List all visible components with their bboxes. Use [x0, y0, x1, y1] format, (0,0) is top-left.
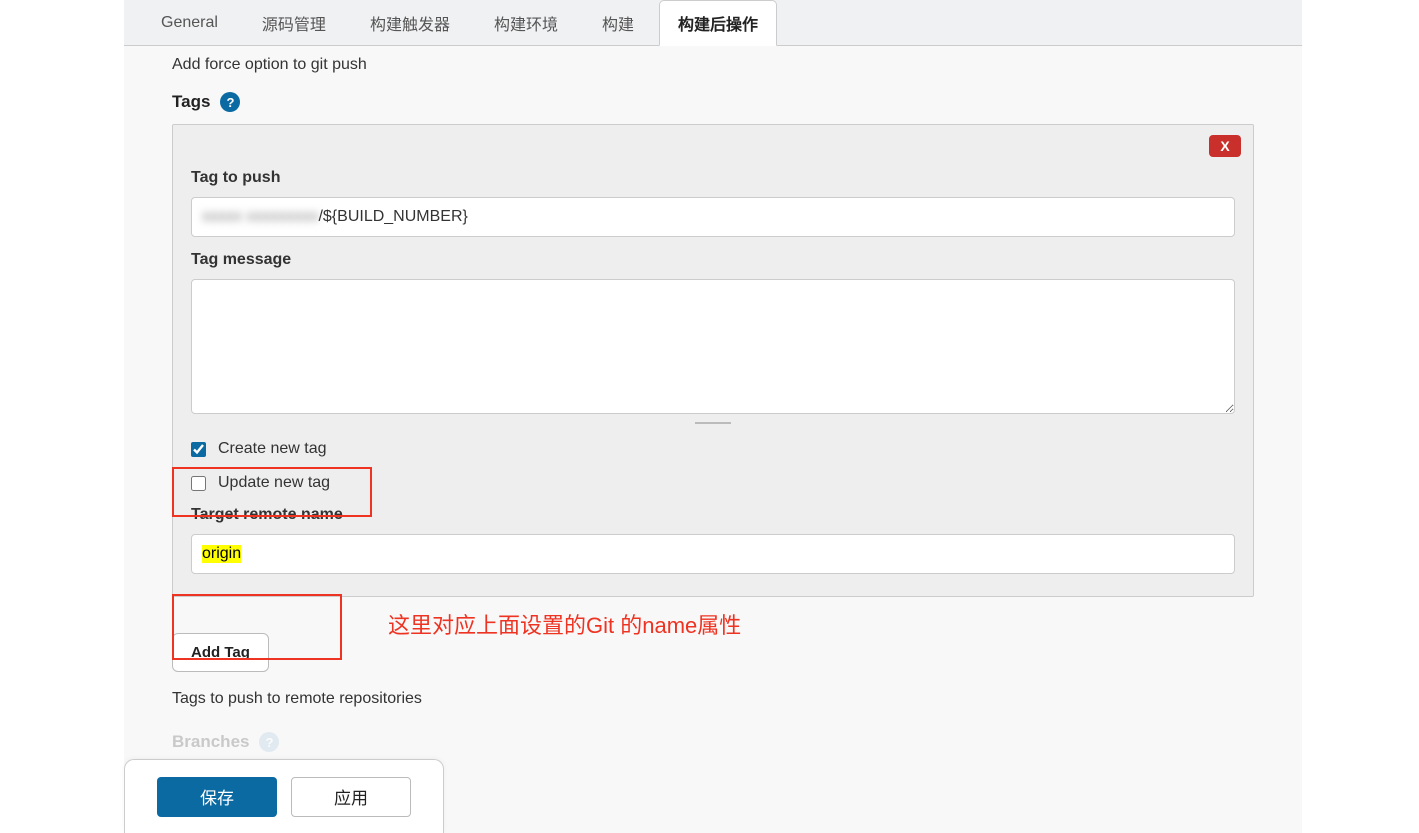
tab-build[interactable]: 构建: [583, 0, 653, 45]
update-new-tag-label: Update new tag: [218, 474, 330, 492]
add-tag-button[interactable]: Add Tag: [172, 633, 269, 672]
delete-tag-button[interactable]: X: [1209, 135, 1241, 157]
tab-scm[interactable]: 源码管理: [243, 0, 345, 45]
update-new-tag-checkbox[interactable]: [191, 476, 206, 491]
footer-overlay: 保存 应用: [124, 758, 464, 833]
tag-to-push-label: Tag to push: [191, 169, 1235, 187]
tab-general[interactable]: General: [142, 0, 237, 45]
tag-to-push-value: /${BUILD_NUMBER}: [318, 208, 467, 226]
tags-subtext: Tags to push to remote repositories: [172, 690, 1254, 708]
save-button[interactable]: 保存: [157, 777, 277, 817]
branches-heading-label: Branches: [172, 732, 249, 752]
tags-heading: Tags ?: [172, 92, 1254, 112]
config-tabs: General 源码管理 构建触发器 构建环境 构建 构建后操作: [124, 0, 1302, 46]
tab-postbuild[interactable]: 构建后操作: [659, 0, 777, 46]
tag-to-push-input[interactable]: xxxxx xxxxxxxxx/${BUILD_NUMBER}: [191, 197, 1235, 237]
create-new-tag-label: Create new tag: [218, 440, 327, 458]
apply-button[interactable]: 应用: [291, 777, 411, 817]
tag-to-push-masked: xxxxx xxxxxxxxx: [202, 208, 318, 226]
tag-message-label: Tag message: [191, 251, 1235, 269]
tag-message-input[interactable]: [191, 279, 1235, 414]
target-remote-value: origin: [202, 545, 241, 563]
footer-panel: 保存 应用: [124, 759, 444, 833]
create-new-tag-row: Create new tag: [191, 440, 1235, 458]
tags-heading-label: Tags: [172, 92, 210, 112]
create-new-tag-checkbox[interactable]: [191, 442, 206, 457]
tab-env[interactable]: 构建环境: [475, 0, 577, 45]
update-new-tag-row: Update new tag: [191, 474, 1235, 492]
postbuild-content: Add force option to git push Tags ? X Ta…: [124, 46, 1302, 833]
tag-card: X Tag to push xxxxx xxxxxxxxx/${BUILD_NU…: [172, 124, 1254, 597]
help-icon[interactable]: ?: [220, 92, 240, 112]
target-remote-label: Target remote name: [191, 506, 1235, 524]
resize-handle-icon[interactable]: [695, 422, 731, 424]
target-remote-input[interactable]: origin: [191, 534, 1235, 574]
force-push-note: Add force option to git push: [172, 56, 1254, 74]
help-icon[interactable]: ?: [259, 732, 279, 752]
tab-triggers[interactable]: 构建触发器: [351, 0, 469, 45]
branches-heading: Branches ?: [172, 732, 1254, 752]
page-root: General 源码管理 构建触发器 构建环境 构建 构建后操作 Add for…: [0, 0, 1419, 833]
